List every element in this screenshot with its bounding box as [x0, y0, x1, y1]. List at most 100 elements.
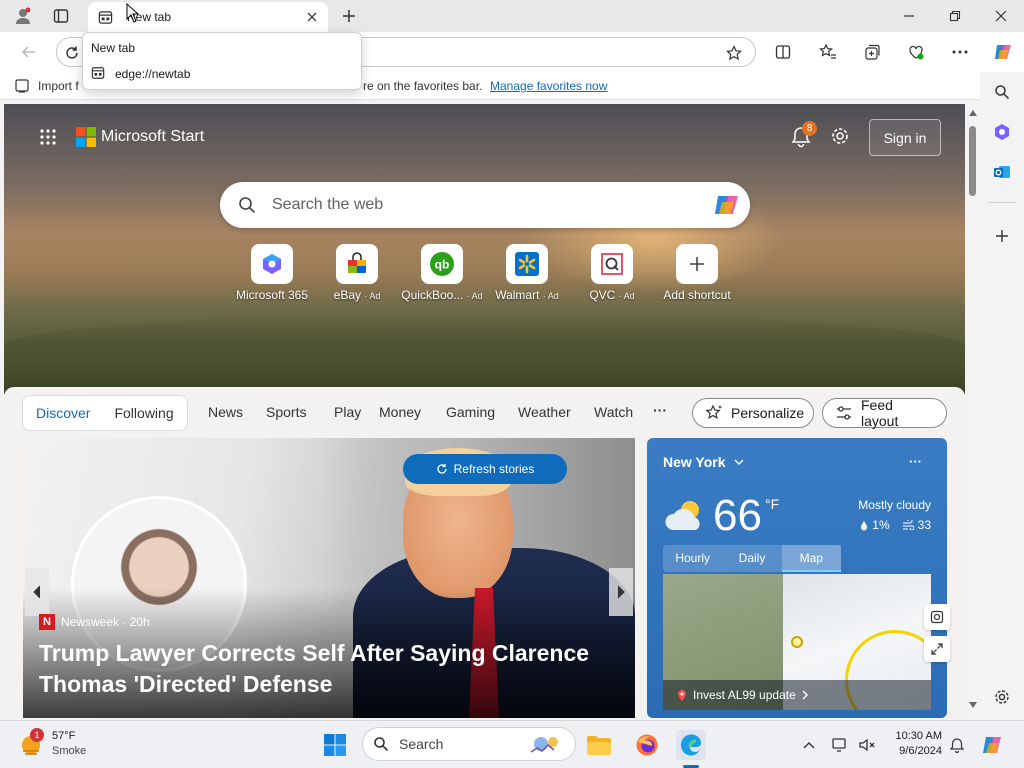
- walmart-icon: [506, 244, 548, 284]
- sidebar-outlook-icon[interactable]: [987, 157, 1017, 187]
- shortcut-label: QVC · Ad: [589, 288, 635, 302]
- collections-icon[interactable]: [857, 37, 887, 67]
- browser-essentials-icon[interactable]: [901, 37, 931, 67]
- story-next-button[interactable]: [609, 568, 633, 616]
- firefox-icon[interactable]: [632, 730, 662, 760]
- feed-layout-button[interactable]: Feed layout: [822, 397, 947, 429]
- scroll-down-icon[interactable]: [969, 702, 977, 708]
- clock[interactable]: 10:30 AM 9/6/2024: [882, 729, 942, 759]
- tab-watch[interactable]: Watch: [594, 404, 633, 420]
- page-settings-icon[interactable]: [830, 126, 850, 146]
- show-hidden-icons-chevron-up-icon[interactable]: [794, 730, 824, 760]
- shortcut-walmart[interactable]: Walmart · Ad: [482, 244, 572, 302]
- notifications-button[interactable]: 8: [790, 121, 817, 148]
- tab-money[interactable]: Money: [379, 404, 421, 420]
- weather-more-button[interactable]: ···: [909, 454, 922, 469]
- tab-play[interactable]: Play: [334, 404, 361, 420]
- restore-button[interactable]: [932, 0, 978, 32]
- taskbar-weather-widget[interactable]: 1 57°F Smoke: [18, 728, 86, 759]
- quickbooks-icon: qb: [421, 244, 463, 284]
- app-launcher-icon[interactable]: [37, 126, 59, 148]
- shortcut-ebay[interactable]: eBay · Ad: [312, 244, 402, 302]
- taskbar-weather-temp: 57°F: [52, 730, 76, 742]
- shortcut-label: QuickBoo... · Ad: [401, 288, 483, 302]
- weather-map[interactable]: Invest AL99 update: [663, 574, 931, 710]
- tab-following[interactable]: Following: [114, 405, 173, 421]
- favorites-icon[interactable]: [813, 37, 843, 67]
- add-shortcut-button[interactable]: Add shortcut: [652, 244, 742, 302]
- tab-gaming[interactable]: Gaming: [446, 404, 495, 420]
- tab-discover[interactable]: Discover: [36, 405, 90, 421]
- brand-logo[interactable]: Microsoft Start: [76, 127, 204, 147]
- clock-time: 10:30 AM: [895, 730, 942, 742]
- search-input[interactable]: Search the web: [272, 196, 712, 214]
- copilot-search-icon[interactable]: [712, 190, 742, 220]
- story-prev-button[interactable]: [25, 568, 49, 616]
- back-button[interactable]: [14, 37, 44, 67]
- weather-tab-daily[interactable]: Daily: [722, 545, 781, 572]
- new-tab-button[interactable]: [334, 1, 364, 31]
- scroll-thumb[interactable]: [969, 126, 976, 196]
- refresh-stories-label: Refresh stories: [453, 462, 535, 476]
- favorite-star-icon[interactable]: [719, 38, 749, 68]
- weather-card[interactable]: New York ··· 66 °F Mostly cloudy 1% 33 H…: [647, 438, 947, 718]
- weather-tab-hourly[interactable]: Hourly: [663, 545, 722, 572]
- notifications-bell-icon[interactable]: [942, 730, 972, 760]
- sidebar-settings-icon[interactable]: [987, 682, 1017, 712]
- sidebar-add-icon[interactable]: [987, 221, 1017, 251]
- tab-actions-icon[interactable]: [46, 1, 76, 31]
- import-favorites-text[interactable]: Import f: [38, 79, 79, 93]
- page-scrollbar[interactable]: [965, 104, 980, 718]
- personalize-button[interactable]: Personalize: [692, 398, 814, 428]
- web-search-box[interactable]: Search the web: [220, 182, 750, 228]
- tab-hover-url: edge://newtab: [115, 67, 191, 81]
- tab-weather[interactable]: Weather: [518, 404, 571, 420]
- weather-tabs: Hourly Daily Map: [663, 545, 841, 572]
- copilot-icon[interactable]: [988, 37, 1018, 67]
- shortcut-microsoft365[interactable]: Microsoft 365: [227, 244, 317, 302]
- microsoft-logo-icon: [76, 127, 96, 147]
- taskbar-search-input[interactable]: Search: [399, 736, 527, 752]
- start-button[interactable]: [320, 730, 350, 760]
- tab-close-icon[interactable]: [306, 11, 318, 23]
- tab-sports[interactable]: Sports: [266, 404, 306, 420]
- split-screen-icon[interactable]: [768, 37, 798, 67]
- chevron-left-icon: [33, 585, 41, 599]
- copilot-taskbar-icon[interactable]: [978, 730, 1008, 760]
- more-categories-button[interactable]: ···: [653, 402, 667, 418]
- tab-news[interactable]: News: [208, 404, 243, 420]
- story-headline[interactable]: Trump Lawyer Corrects Self After Saying …: [39, 638, 619, 700]
- edge-taskbar-icon[interactable]: [676, 730, 706, 760]
- volume-muted-icon[interactable]: [852, 730, 882, 760]
- map-zoom-icon[interactable]: [924, 604, 950, 630]
- refresh-stories-button[interactable]: Refresh stories: [403, 454, 567, 484]
- refresh-icon: [436, 463, 448, 475]
- chevron-down-icon: [734, 459, 744, 465]
- sidebar-search-icon[interactable]: [987, 77, 1017, 107]
- minimize-button[interactable]: [886, 0, 932, 32]
- weather-location[interactable]: New York: [663, 454, 744, 470]
- shortcut-quickbooks[interactable]: qb QuickBoo... · Ad: [397, 244, 487, 302]
- smoke-weather-icon: 1: [18, 728, 44, 757]
- scroll-up-icon[interactable]: [969, 110, 977, 116]
- tab-new-tab[interactable]: New tab: [88, 2, 328, 32]
- sidebar-rail: [980, 72, 1024, 720]
- map-alert-banner[interactable]: Invest AL99 update: [663, 680, 931, 710]
- close-window-button[interactable]: [978, 0, 1024, 32]
- expand-icon[interactable]: [924, 636, 950, 662]
- taskbar-search-box[interactable]: Search: [362, 727, 576, 761]
- file-explorer-icon[interactable]: [584, 730, 614, 760]
- brand-name: Microsoft Start: [101, 128, 205, 145]
- shortcut-qvc[interactable]: QVC · Ad: [567, 244, 657, 302]
- settings-and-more-icon[interactable]: [945, 37, 975, 67]
- manage-favorites-link[interactable]: Manage favorites now: [490, 79, 607, 93]
- sign-in-button[interactable]: Sign in: [869, 119, 941, 156]
- profile-icon[interactable]: [8, 1, 38, 31]
- sidebar-microsoft365-icon[interactable]: [987, 117, 1017, 147]
- weather-tab-map[interactable]: Map: [781, 545, 841, 572]
- hills: [4, 314, 965, 394]
- location-pin-icon: [677, 689, 687, 702]
- favorites-bar-hint: re on the favorites bar.: [363, 79, 483, 93]
- qvc-icon: [591, 244, 633, 284]
- top-story-card[interactable]: Refresh stories N Newsweek · 20h Trump L…: [23, 438, 635, 718]
